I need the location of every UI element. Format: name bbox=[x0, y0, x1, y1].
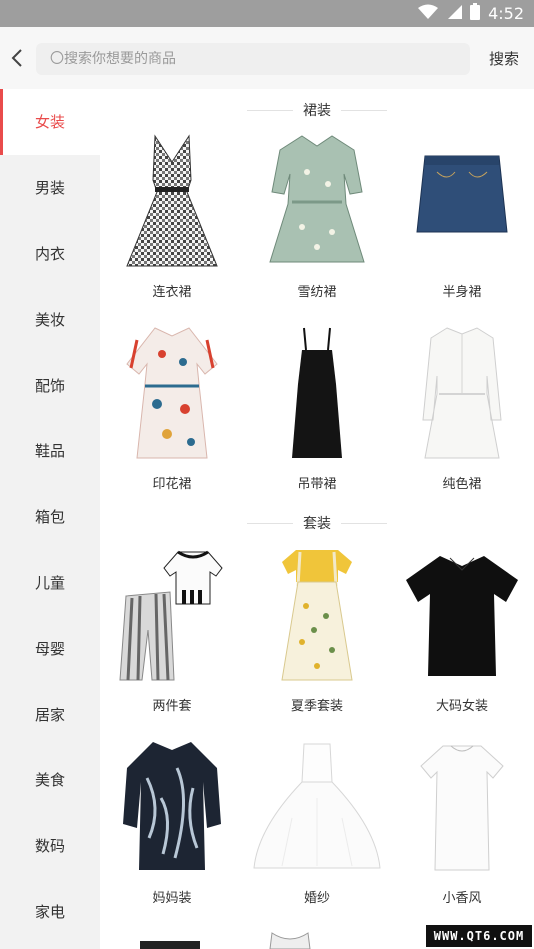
grid-item-two-piece[interactable]: 两件套 bbox=[100, 541, 244, 714]
divider bbox=[247, 522, 293, 524]
divider bbox=[341, 522, 387, 524]
divider bbox=[341, 109, 387, 111]
sidebar-item-baby[interactable]: 母婴 bbox=[0, 615, 100, 681]
status-bar: 4:52 bbox=[0, 0, 534, 27]
section-title-text: 裙装 bbox=[303, 103, 331, 119]
search-box[interactable] bbox=[36, 43, 470, 75]
section-title: 裙装 bbox=[100, 98, 534, 122]
category-sidebar: 女装 男装 内衣 美妆 配饰 鞋品 箱包 儿童 母婴 居家 美食 数码 家电 bbox=[0, 89, 100, 949]
grid-item-dress[interactable]: 连衣裙 bbox=[100, 127, 244, 300]
category-content: 裙装 连衣裙 雪纺裙 半身裙 印花裙 吊带裙 纯色裙 套装 两件套 夏季套装 大… bbox=[100, 89, 534, 949]
watermark: WWW.QT6.COM bbox=[426, 925, 532, 947]
sidebar-item-label: 母婴 bbox=[35, 639, 66, 658]
sidebar-item-label: 女装 bbox=[35, 113, 66, 132]
sidebar-item-men[interactable]: 男装 bbox=[0, 155, 100, 221]
sidebar-item-label: 男装 bbox=[35, 179, 66, 198]
chiffon-dress-image bbox=[245, 127, 389, 277]
sidebar-item-label: 配饰 bbox=[35, 376, 66, 395]
wifi-icon bbox=[418, 4, 439, 24]
signal-icon bbox=[446, 4, 463, 24]
two-piece-set-image bbox=[100, 541, 244, 691]
item-label: 纯色裙 bbox=[442, 477, 482, 492]
section-title-text: 套装 bbox=[303, 516, 331, 532]
grid-item-summer-set[interactable]: 夏季套装 bbox=[245, 541, 389, 714]
sidebar-item-label: 家电 bbox=[35, 902, 66, 921]
slip-dress-image bbox=[245, 319, 389, 469]
section-title: 套装 bbox=[100, 511, 534, 535]
gingham-dress-image bbox=[100, 127, 244, 277]
item-label: 雪纺裙 bbox=[297, 285, 337, 300]
sidebar-item-beauty[interactable]: 美妆 bbox=[0, 286, 100, 352]
item-label: 吊带裙 bbox=[297, 477, 337, 492]
sidebar-item-label: 数码 bbox=[35, 837, 66, 856]
sidebar-item-label: 儿童 bbox=[35, 573, 66, 592]
sidebar-item-food[interactable]: 美食 bbox=[0, 747, 100, 813]
grid-item-solid-dress[interactable]: 纯色裙 bbox=[390, 319, 534, 492]
print-dress-image bbox=[100, 319, 244, 469]
sidebar-item-label: 居家 bbox=[35, 705, 66, 724]
item-label: 妈妈装 bbox=[152, 891, 192, 906]
summer-set-image bbox=[245, 541, 389, 691]
item-label: 夏季套装 bbox=[290, 699, 343, 714]
item-label: 小香风 bbox=[442, 891, 482, 906]
sidebar-item-label: 内衣 bbox=[35, 244, 66, 263]
solid-dress-image bbox=[390, 319, 534, 469]
denim-skirt-image bbox=[390, 127, 534, 277]
mom-blouse-image bbox=[100, 733, 244, 883]
item-label: 半身裙 bbox=[442, 285, 482, 300]
grid-item-print-dress[interactable]: 印花裙 bbox=[100, 319, 244, 492]
sidebar-item-digital[interactable]: 数码 bbox=[0, 813, 100, 879]
sidebar-item-kids[interactable]: 儿童 bbox=[0, 550, 100, 616]
grid-item-chanel-style[interactable]: 小香风 bbox=[390, 733, 534, 906]
grid-item-slip-dress[interactable]: 吊带裙 bbox=[245, 319, 389, 492]
divider bbox=[247, 109, 293, 111]
grid-item-wedding[interactable]: 婚纱 bbox=[245, 733, 389, 906]
sidebar-item-label: 美食 bbox=[35, 771, 66, 790]
item-label: 连衣裙 bbox=[152, 285, 192, 300]
item-label: 大码女装 bbox=[435, 699, 488, 714]
battery-icon bbox=[470, 3, 481, 24]
grid-item-skirt[interactable]: 半身裙 bbox=[390, 127, 534, 300]
grid-item-mom[interactable]: 妈妈装 bbox=[100, 733, 244, 906]
sidebar-item-shoes[interactable]: 鞋品 bbox=[0, 418, 100, 484]
status-icons: 4:52 bbox=[418, 0, 524, 27]
search-input[interactable] bbox=[50, 51, 470, 67]
sidebar-item-women[interactable]: 女装 bbox=[0, 89, 100, 155]
top-bar: 搜索 bbox=[0, 27, 534, 89]
sidebar-item-label: 美妆 bbox=[35, 310, 66, 329]
grid-item-plus-size[interactable]: 大码女装 bbox=[390, 541, 534, 714]
sidebar-item-bags[interactable]: 箱包 bbox=[0, 484, 100, 550]
item-label: 印花裙 bbox=[152, 477, 192, 492]
sidebar-item-label: 鞋品 bbox=[35, 442, 66, 461]
sidebar-item-home[interactable]: 居家 bbox=[0, 681, 100, 747]
plus-size-tee-image bbox=[390, 541, 534, 691]
sidebar-item-accessories[interactable]: 配饰 bbox=[0, 352, 100, 418]
item-label: 两件套 bbox=[152, 699, 192, 714]
search-button[interactable]: 搜索 bbox=[484, 47, 524, 71]
chevron-left-icon[interactable] bbox=[6, 44, 28, 72]
sidebar-item-underwear[interactable]: 内衣 bbox=[0, 221, 100, 287]
chanel-style-dress-image bbox=[390, 733, 534, 883]
clock-time: 4:52 bbox=[488, 4, 524, 23]
item-label: 婚纱 bbox=[303, 891, 330, 906]
sidebar-item-appliances[interactable]: 家电 bbox=[0, 879, 100, 945]
wedding-dress-image bbox=[245, 733, 389, 883]
grid-item-chiffon[interactable]: 雪纺裙 bbox=[245, 127, 389, 300]
sidebar-item-label: 箱包 bbox=[35, 508, 66, 527]
